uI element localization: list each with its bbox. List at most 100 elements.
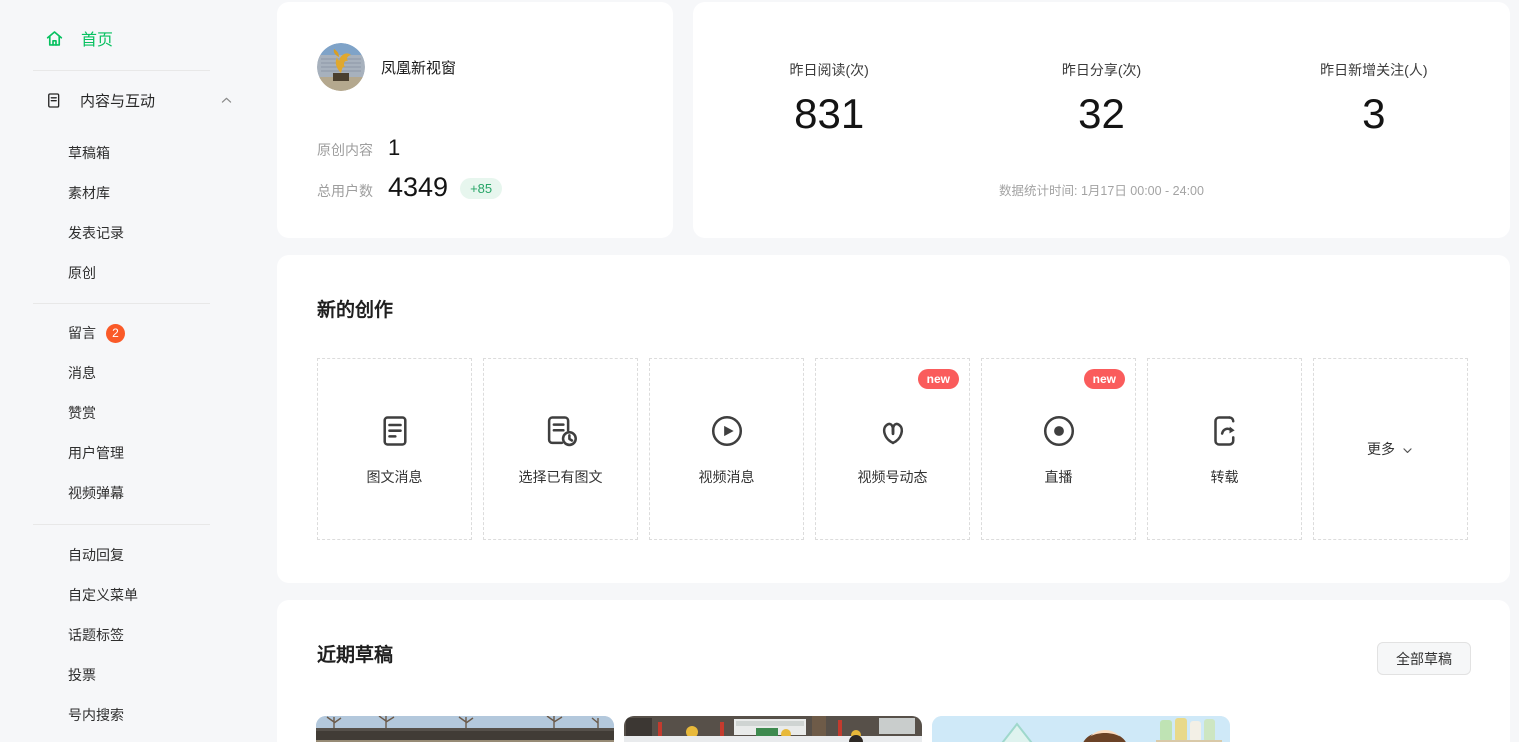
sidebar-item-drafts-box[interactable]: 草稿箱 [0,133,277,173]
sidebar-item-label: 视频弹幕 [68,473,124,513]
unread-count-badge: 2 [106,324,125,343]
sidebar-item-label: 素材库 [68,173,110,213]
draft-thumbnail-skincare-cartoon[interactable] [932,716,1230,742]
account-avatar [317,43,365,91]
article-icon [376,411,414,451]
sidebar: 首页 内容与互动 草稿箱 素材库 发表记录 原创 [0,0,277,742]
play-circle-icon [708,411,746,451]
metric-value: 3 [1238,90,1510,138]
article-history-icon [542,411,580,451]
sidebar-item-label: 发表记录 [68,213,124,253]
chevron-up-icon[interactable] [219,92,234,110]
recent-drafts-card: 近期草稿 全部草稿 [277,600,1510,742]
metric-new-followers: 昨日新增关注(人) 3 [1238,60,1510,138]
sidebar-item-user-management[interactable]: 用户管理 [0,433,277,473]
chevron-down-icon [1401,441,1414,457]
sidebar-item-label: 号内搜索 [68,695,124,735]
sidebar-item-label: 投票 [68,655,96,695]
sidebar-item-label: 自动回复 [68,535,124,575]
creation-tiles: 图文消息 选择已有图文 [317,358,1468,540]
draft-thumbnails [316,716,1230,742]
sidebar-item-in-account-search[interactable]: 号内搜索 [0,695,277,735]
sidebar-item-auto-reply[interactable]: 自动回复 [0,535,277,575]
sidebar-item-vote[interactable]: 投票 [0,655,277,695]
sidebar-home-label: 首页 [81,26,113,50]
sidebar-item-label: 赞赏 [68,393,96,433]
metrics-row: 昨日阅读(次) 831 昨日分享(次) 32 昨日新增关注(人) 3 [693,60,1510,138]
tile-label: 视频号动态 [858,467,928,487]
sidebar-section-content-interaction[interactable]: 内容与互动 [44,90,234,111]
live-dot-icon [1040,411,1078,451]
tile-article[interactable]: 图文消息 [317,358,472,540]
sidebar-item-label: 原创 [68,253,96,293]
sidebar-item-rewards[interactable]: 赞赏 [0,393,277,433]
tile-label: 选择已有图文 [519,467,603,487]
draft-thumbnail-winter-village[interactable] [316,716,614,742]
sidebar-item-label: 自定义菜单 [68,575,138,615]
repost-icon [1206,411,1244,451]
sidebar-item-original[interactable]: 原创 [0,253,277,293]
account-header: 凤凰新视窗 [317,43,456,91]
sidebar-item-label: 消息 [68,353,96,393]
sidebar-item-home[interactable]: 首页 [44,26,113,50]
tile-label: 直播 [1045,467,1073,487]
page: 首页 内容与互动 草稿箱 素材库 发表记录 原创 [0,0,1519,742]
tile-more[interactable]: 更多 [1313,358,1468,540]
yesterday-stats-card: 昨日阅读(次) 831 昨日分享(次) 32 昨日新增关注(人) 3 数据统计时… [693,2,1510,238]
sidebar-item-publish-record[interactable]: 发表记录 [0,213,277,253]
new-badge: new [1084,369,1125,389]
metric-label: 昨日新增关注(人) [1238,60,1510,80]
sidebar-item-label: 话题标签 [68,615,124,655]
account-name: 凤凰新视窗 [381,57,456,78]
sidebar-item-topic-tags[interactable]: 话题标签 [0,615,277,655]
tile-label: 视频消息 [699,467,755,487]
sidebar-item-label: 留言 [68,313,96,353]
tile-live[interactable]: new 直播 [981,358,1136,540]
account-overview-card: 凤凰新视窗 原创内容 1 总用户数 4349 +85 [277,2,673,238]
sidebar-group-content: 草稿箱 素材库 发表记录 原创 [0,133,277,293]
tile-label: 更多 [1367,439,1395,459]
section-title: 近期草稿 [317,640,393,667]
metric-value: 32 [965,90,1237,138]
metric-label: 昨日分享(次) [965,60,1237,80]
home-icon [44,28,65,49]
sidebar-item-media-library[interactable]: 素材库 [0,173,277,213]
sidebar-item-video-danmu[interactable]: 视频弹幕 [0,473,277,513]
metric-value: 831 [693,90,965,138]
all-drafts-button[interactable]: 全部草稿 [1377,642,1471,675]
stat-value: 4349 [388,172,448,203]
tile-label: 转载 [1211,467,1239,487]
tile-existing-article[interactable]: 选择已有图文 [483,358,638,540]
tile-repost[interactable]: 转载 [1147,358,1302,540]
sidebar-group-interaction: 留言 2 消息 赞赏 用户管理 视频弹幕 [0,313,277,513]
stats-time-range-note: 数据统计时间: 1月17日 00:00 - 24:00 [693,180,1510,199]
tile-video-message[interactable]: 视频消息 [649,358,804,540]
tile-label: 图文消息 [367,467,423,487]
new-badge: new [918,369,959,389]
divider [33,524,210,525]
stat-label: 原创内容 [317,140,388,160]
tile-channels[interactable]: new 视频号动态 [815,358,970,540]
divider [33,70,210,71]
stat-label: 总用户数 [317,181,388,201]
channels-icon [874,411,912,451]
metric-shares: 昨日分享(次) 32 [965,60,1237,138]
sidebar-section-label: 内容与互动 [80,90,202,111]
draft-thumbnail-snow-playground[interactable] [624,716,922,742]
original-content-stat: 原创内容 1 [317,135,400,161]
sidebar-item-messages[interactable]: 消息 [0,353,277,393]
total-users-stat: 总用户数 4349 +85 [317,172,502,203]
new-creation-card: 新的创作 图文消息 [277,255,1510,583]
sidebar-group-tools: 自动回复 自定义菜单 话题标签 投票 号内搜索 [0,535,277,735]
stat-value: 1 [388,135,400,161]
sidebar-item-comments[interactable]: 留言 2 [0,313,277,353]
sidebar-item-custom-menu[interactable]: 自定义菜单 [0,575,277,615]
sidebar-item-label: 用户管理 [68,433,124,473]
section-title: 新的创作 [317,295,393,322]
content-doc-icon [44,91,63,110]
metric-reads: 昨日阅读(次) 831 [693,60,965,138]
divider [33,303,210,304]
metric-label: 昨日阅读(次) [693,60,965,80]
users-delta-badge: +85 [460,178,502,199]
sidebar-item-label: 草稿箱 [68,133,110,173]
